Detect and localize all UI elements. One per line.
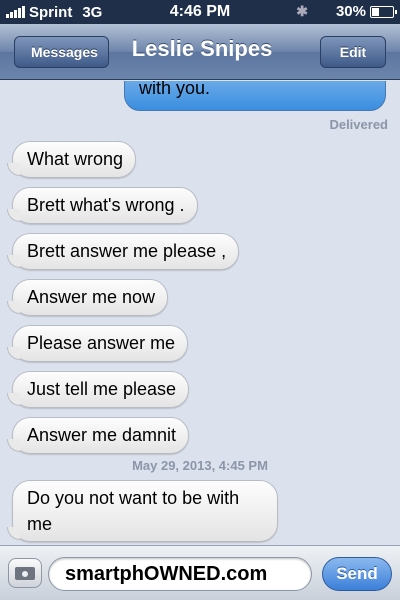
camera-lens-icon — [20, 569, 30, 579]
message-text-field[interactable]: smartphOWNED.com — [48, 557, 312, 591]
battery-fill — [372, 8, 379, 16]
received-message-bubble[interactable]: Please answer me — [6, 325, 189, 362]
message-timestamp: May 29, 2013, 4:45 PM — [132, 458, 268, 473]
send-button[interactable]: Send — [322, 557, 392, 591]
sent-message-bubble[interactable]: with you. — [124, 81, 386, 111]
received-message-bubble[interactable]: Brett what's wrong . — [7, 187, 198, 224]
message-input-bar: smartphOWNED.com Send — [0, 545, 400, 600]
bluetooth-icon: ✱ — [296, 3, 308, 19]
delivered-status: Delivered — [329, 117, 388, 132]
camera-button[interactable] — [8, 558, 42, 588]
received-message-bubble[interactable]: What wrong — [6, 141, 137, 178]
received-message-bubble[interactable]: Answer me now — [6, 279, 169, 316]
edit-button[interactable]: Edit — [320, 36, 386, 68]
battery-icon — [370, 6, 397, 18]
navigation-bar: Messages Leslie Snipes Edit — [0, 24, 400, 80]
contact-name-title: Leslie Snipes — [131, 36, 273, 61]
received-message-bubble[interactable]: Answer me damnit — [6, 417, 190, 454]
received-message-bubble[interactable]: Do you not want to be with me — [7, 480, 278, 542]
received-message-bubble[interactable]: Just tell me please — [6, 371, 190, 408]
battery-percentage: 30% — [335, 3, 366, 20]
conversation-view[interactable]: with you. Delivered What wrong Brett wha… — [0, 81, 400, 545]
status-bar: Sprint 3G 4:46 PM ✱ 30% — [0, 0, 400, 24]
received-message-bubble[interactable]: Brett answer me please , — [6, 233, 240, 270]
back-to-messages-button[interactable]: Messages — [14, 36, 109, 68]
